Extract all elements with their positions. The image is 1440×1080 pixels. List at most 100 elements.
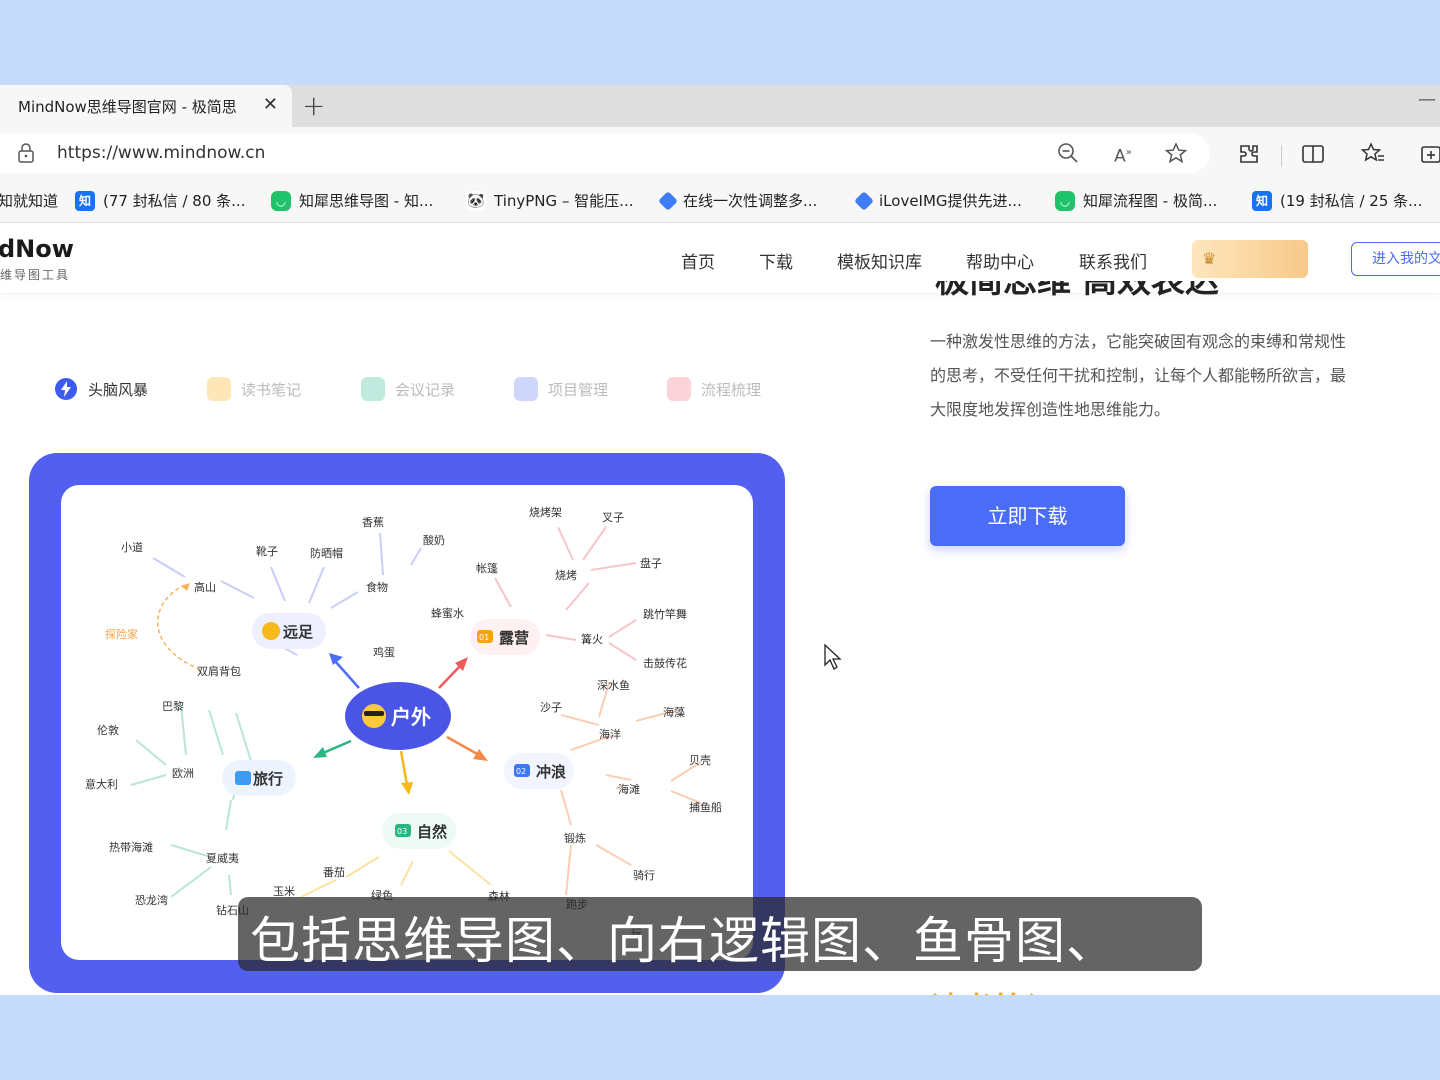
section-heading: 极简思维 高效表达 [935, 281, 1219, 297]
lock-icon[interactable] [18, 143, 34, 163]
svg-text:夏威夷: 夏威夷 [206, 852, 239, 865]
site-header: dNow 维导图工具 首页 下载 模板知识库 帮助中心 联系我们 ♛ 进入我的文… [0, 223, 1440, 293]
svg-text:小道: 小道 [121, 540, 143, 554]
star-icon [262, 622, 280, 640]
browser-window: MindNow思维导图官网 - 极简思 ✕ + — https://www.mi… [0, 85, 1440, 995]
mindmap-diagram: 户外 远足 01 露营 02 冲浪 03 自然 旅行 小道 靴子 防晒帽 香蕉 … [85, 505, 722, 940]
split-screen-icon[interactable] [1300, 141, 1326, 167]
board-icon [361, 377, 385, 401]
svg-text:热带海滩: 热带海滩 [109, 840, 153, 854]
svg-text:01: 01 [479, 633, 489, 642]
bookmark-item[interactable]: ◡ 知犀流程图 - 极简... [1055, 190, 1217, 211]
mindmap-center-label: 户外 [391, 705, 431, 729]
tab-process-flow[interactable]: 流程梳理 [667, 377, 761, 401]
nav-home[interactable]: 首页 [681, 248, 715, 273]
favorite-star-icon[interactable] [1164, 141, 1188, 165]
section-description: 一种激发性思维的方法，它能突破固有观念的束缚和常规性的思考，不受任何干扰和控制，… [930, 332, 1347, 419]
vip-button[interactable]: ♛ [1192, 240, 1308, 278]
site-logo[interactable]: dNow [0, 235, 74, 263]
collections-icon[interactable] [1418, 141, 1440, 167]
address-toolbar: https://www.mindnow.cn A» [0, 127, 1440, 179]
svg-text:捕鱼船: 捕鱼船 [689, 800, 722, 814]
bookmark-item[interactable]: 知 (77 封私信 / 80 条... [75, 190, 245, 211]
crown-icon: ♛ [1202, 249, 1217, 268]
svg-text:高山: 高山 [194, 580, 216, 594]
tab-brainstorm[interactable]: 头脑风暴 [54, 377, 148, 401]
download-now-button[interactable]: 立即下载 [930, 486, 1125, 546]
bookmark-item[interactable]: 知就知道 [0, 190, 58, 211]
svg-text:靴子: 靴子 [256, 544, 278, 558]
tab-title: MindNow思维导图官网 - 极简思 [18, 97, 237, 116]
arrowhead [313, 747, 327, 758]
nav-templates[interactable]: 模板知识库 [837, 248, 922, 273]
svg-text:鸡蛋: 鸡蛋 [373, 645, 395, 659]
svg-text:食物: 食物 [366, 580, 388, 594]
nav-help[interactable]: 帮助中心 [966, 248, 1034, 273]
svg-text:酸奶: 酸奶 [423, 533, 445, 547]
toolbar-divider [1281, 145, 1282, 167]
bookmark-item[interactable]: 🐼 TinyPNG – 智能压... [466, 190, 633, 211]
bookmark-item[interactable]: iLoveIMG提供先进... [854, 190, 1022, 211]
zhixi-icon: ◡ [1055, 190, 1075, 211]
arrowhead [473, 749, 488, 761]
video-subtitle: 包括思维导图、向右逻辑图、鱼骨图、 [238, 897, 1202, 971]
calendar-icon [235, 771, 251, 785]
svg-text:烧烤架: 烧烤架 [529, 505, 562, 519]
svg-text:探险家: 探险家 [105, 627, 138, 641]
heart-icon [854, 190, 874, 211]
svg-text:跳竹竿舞: 跳竹竿舞 [643, 607, 687, 621]
nav-download[interactable]: 下载 [759, 248, 793, 273]
svg-text:贝壳: 贝壳 [689, 753, 711, 767]
svg-text:双肩背包: 双肩背包 [197, 664, 241, 678]
heart-icon [658, 190, 678, 211]
svg-text:香蕉: 香蕉 [362, 516, 384, 529]
read-aloud-icon[interactable]: A» [1111, 141, 1135, 167]
flow-icon [667, 377, 691, 401]
lightning-icon [55, 378, 77, 400]
browser-tab[interactable]: MindNow思维导图官网 - 极简思 ✕ [0, 85, 292, 127]
zhixi-icon: ◡ [271, 190, 291, 211]
svg-text:自然: 自然 [417, 823, 447, 841]
svg-text:露营: 露营 [499, 629, 529, 647]
svg-text:02: 02 [516, 767, 526, 776]
svg-text:远足: 远足 [283, 623, 314, 641]
favorites-icon[interactable] [1360, 141, 1386, 167]
svg-text:旅行: 旅行 [253, 770, 283, 788]
svg-text:欧洲: 欧洲 [172, 767, 194, 780]
svg-text:叉子: 叉子 [602, 511, 624, 524]
svg-text:意大利: 意大利 [85, 777, 118, 791]
zhihu-icon: 知 [75, 190, 95, 211]
notebook-icon [207, 377, 231, 401]
columns-icon [514, 377, 538, 401]
svg-text:恐龙湾: 恐龙湾 [135, 893, 168, 907]
svg-text:冲浪: 冲浪 [536, 763, 566, 781]
svg-text:骑行: 骑行 [633, 869, 655, 882]
svg-text:沙子: 沙子 [540, 701, 562, 714]
new-tab-button[interactable]: + [302, 89, 325, 122]
minimize-icon[interactable]: — [1418, 89, 1436, 110]
svg-text:盘子: 盘子 [640, 556, 662, 570]
svg-text:03: 03 [397, 827, 407, 836]
address-bar[interactable]: https://www.mindnow.cn A» [0, 133, 1210, 173]
zoom-out-icon[interactable] [1056, 141, 1080, 165]
tab-reading-notes[interactable]: 读书笔记 [207, 377, 301, 401]
bookmark-item[interactable]: 知 (19 封私信 / 25 条... [1252, 190, 1422, 211]
site-logo-tagline: 维导图工具 [0, 268, 71, 282]
url-text[interactable]: https://www.mindnow.cn [57, 143, 265, 163]
svg-text:海洋: 海洋 [599, 727, 621, 741]
bookmarks-bar: 知就知道 知 (77 封私信 / 80 条... ◡ 知犀思维导图 - 知... 🐼… [0, 179, 1440, 223]
close-tab-icon[interactable]: ✕ [263, 94, 278, 115]
bookmark-item[interactable]: 在线一次性调整多... [658, 190, 817, 211]
tab-project-management[interactable]: 项目管理 [514, 377, 608, 401]
tab-meeting-notes[interactable]: 会议记录 [361, 377, 455, 401]
nav-contact[interactable]: 联系我们 [1079, 248, 1147, 273]
svg-text:番茄: 番茄 [323, 865, 345, 879]
enter-files-button[interactable]: 进入我的文件 [1351, 242, 1440, 276]
zhihu-icon: 知 [1252, 190, 1272, 211]
bookmark-item[interactable]: ◡ 知犀思维导图 - 知... [271, 190, 433, 211]
svg-text:烧烤: 烧烤 [555, 568, 577, 582]
extensions-icon[interactable] [1236, 141, 1262, 167]
mindmap-canvas: 户外 远足 01 露营 02 冲浪 03 自然 旅行 小道 靴子 防晒帽 香蕉 … [61, 485, 753, 960]
mouse-cursor-icon [824, 643, 842, 670]
svg-text:伦敦: 伦敦 [97, 723, 119, 737]
